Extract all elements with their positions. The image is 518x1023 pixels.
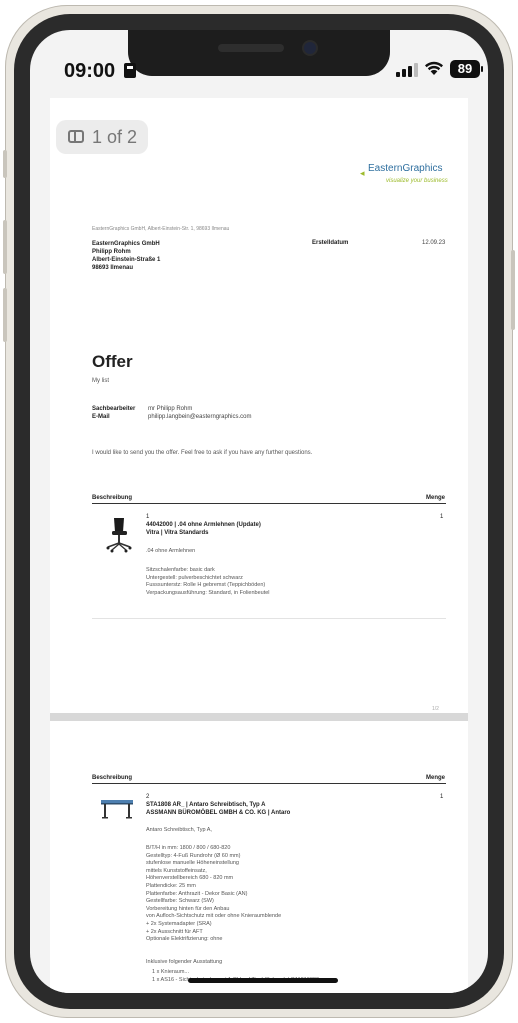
item-details: Sitzschalenfarbe: basic dark Untergestel… [146, 567, 270, 596]
column-header-description: Beschreibung [92, 775, 133, 781]
included-heading: Inklusive folgender Ausstattung [146, 959, 223, 965]
erstelldatum-label: Erstelldatum [312, 240, 349, 246]
power-button [511, 250, 515, 330]
offer-title: Offer [92, 352, 133, 371]
item-quantity: 1 [440, 794, 444, 800]
address-line: Philipp Rohm [92, 249, 131, 255]
address-line: EasternGraphics GmbH [92, 241, 160, 247]
table-header-rule [92, 503, 446, 504]
offer-subtitle: My list [92, 378, 109, 384]
address-line: 98693 Ilmenau [92, 265, 134, 271]
item-quantity: 1 [440, 514, 444, 520]
pdf-page-2[interactable]: Beschreibung Menge 2 1 STA1808 AR_ | Ant… [50, 721, 468, 993]
item-article: 44042000 | .04 ohne Armlehnen (Update) [146, 522, 261, 528]
status-time: 09:00 [64, 60, 116, 82]
item-manufacturer: ASSMANN BÜROMÖBEL GMBH & CO. KG | Antaro [146, 810, 291, 816]
focus-mode-icon [124, 63, 136, 78]
pdf-page-1[interactable]: 1 of 2 ◂ EasternGraphics visualize your … [50, 98, 468, 713]
notch [128, 30, 390, 76]
item-short-description: Antaro Schreibtisch, Typ A, [146, 827, 212, 833]
battery-indicator: 89 [450, 60, 480, 78]
item-number: 1 [146, 514, 150, 520]
page-number: 1/2 [432, 706, 439, 712]
sachbearbeiter-value: mr Philipp Rohm [148, 406, 193, 412]
logo-name: EasternGraphics [368, 163, 443, 174]
item-short-description: .04 ohne Armlehnen [146, 548, 196, 554]
company-logo: ◂ EasternGraphics visualize your busines… [360, 160, 460, 190]
desk-image [101, 800, 133, 819]
volume-up-button [3, 220, 7, 274]
erstelldatum-value: 12.09.23 [422, 240, 446, 246]
page-indicator[interactable]: 1 of 2 [56, 120, 148, 154]
item-separator [92, 618, 446, 619]
volume-down-button [3, 288, 7, 342]
email-value: philipp.langbein@easterngraphics.com [148, 414, 252, 420]
home-indicator[interactable] [188, 978, 338, 983]
recipient-address: EasternGraphics GmbH Philipp Rohm Albert… [92, 240, 160, 272]
wifi-icon [424, 60, 444, 81]
camera [304, 42, 316, 54]
table-header-rule [92, 783, 446, 784]
address-line: Albert-Einstein-Straße 1 [92, 257, 161, 263]
speaker [218, 44, 284, 52]
screen: 09:00 89 1 of 2 ◂ EasternGraphics visual… [30, 30, 488, 993]
sachbearbeiter-label: Sachbearbeiter [92, 406, 136, 412]
item-manufacturer: Vitra | Vitra Standards [146, 530, 209, 536]
mute-switch [3, 150, 7, 178]
logo-mark-icon: ◂ [360, 168, 365, 178]
column-header-description: Beschreibung [92, 495, 133, 501]
sender-line: EasternGraphics GmbH, Albert-Einstein-St… [92, 226, 230, 232]
email-label: E-Mail [92, 414, 110, 420]
cellular-signal-icon [396, 63, 418, 77]
page-divider [50, 713, 468, 721]
battery-tip [481, 66, 483, 72]
column-header-quantity: Menge [426, 495, 446, 501]
sidebar-icon [68, 130, 84, 143]
page-indicator-label: 1 of 2 [92, 127, 138, 147]
item-article: STA1808 AR_ | Antaro Schreibtisch, Typ A [146, 802, 266, 808]
item-details: B/T/H in mm: 1800 / 800 / 680-820 Gestel… [146, 845, 282, 943]
column-header-quantity: Menge [426, 775, 446, 781]
office-chair-image [106, 518, 132, 553]
item-number: 2 [146, 794, 150, 800]
intro-text: I would like to send you the offer. Feel… [92, 450, 313, 456]
logo-tagline: visualize your business [386, 178, 448, 184]
